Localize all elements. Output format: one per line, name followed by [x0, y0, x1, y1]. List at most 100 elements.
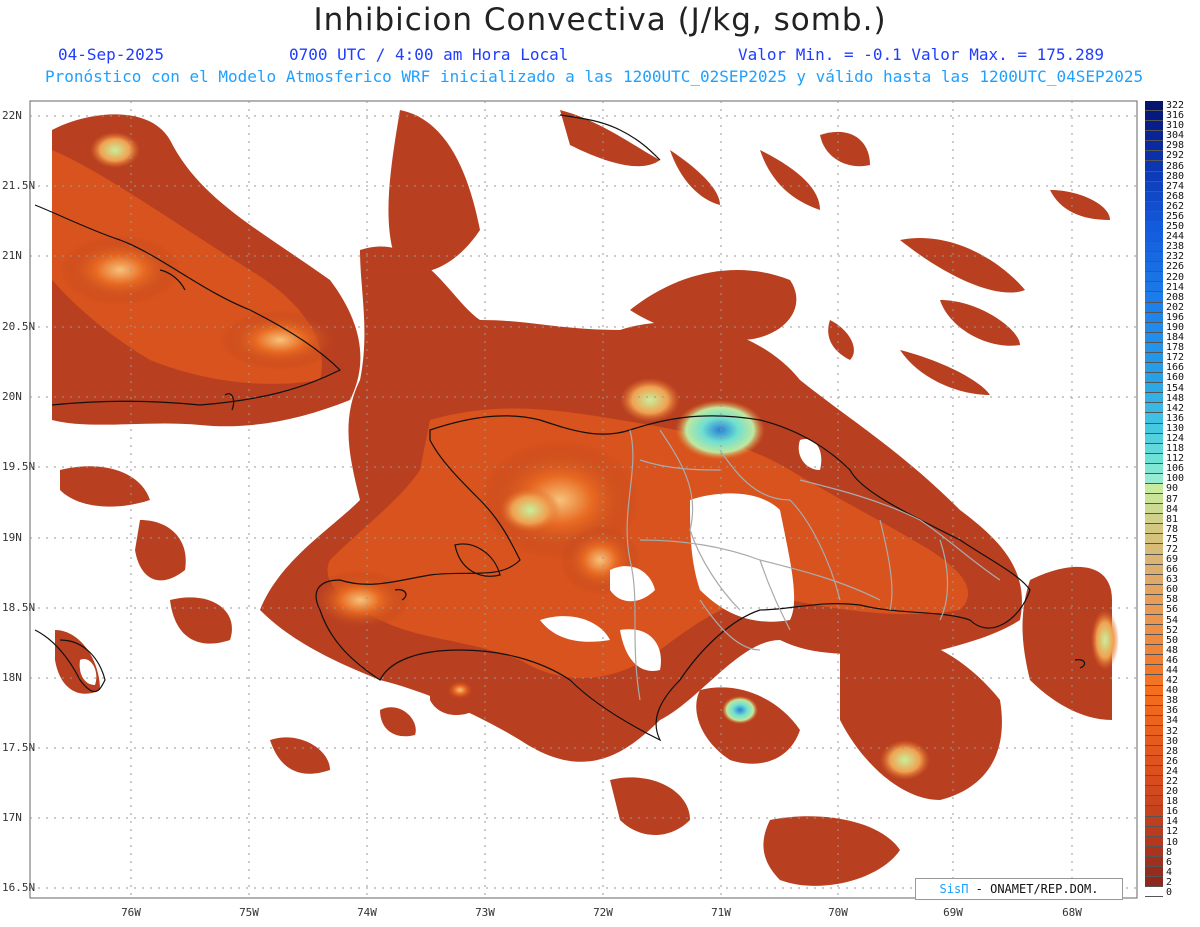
lat-label: 16.5N: [2, 881, 36, 894]
colorbar-segment: [1145, 383, 1163, 394]
colorbar-segment: [1145, 302, 1163, 313]
lon-label: 68W: [1062, 906, 1082, 919]
colorbar-segment: [1145, 514, 1163, 525]
colorbar-segment: [1145, 443, 1163, 454]
colorbar: [1145, 101, 1163, 898]
lon-label: 72W: [593, 906, 613, 919]
colorbar-segment: [1145, 826, 1163, 837]
colorbar-segment: [1145, 252, 1163, 263]
lat-label: 19N: [2, 531, 22, 544]
lat-label: 22N: [2, 109, 22, 122]
colorbar-segment: [1145, 846, 1163, 857]
colorbar-segment: [1145, 494, 1163, 505]
lon-label: 70W: [828, 906, 848, 919]
colorbar-label: 90: [1166, 483, 1179, 495]
colorbar-segment: [1145, 685, 1163, 696]
colorbar-segment: [1145, 262, 1163, 273]
colorbar-segment: [1145, 746, 1163, 757]
colorbar-segment: [1145, 786, 1163, 797]
colorbar-segment: [1145, 725, 1163, 736]
colorbar-segment: [1145, 393, 1163, 404]
colorbar-segment: [1145, 504, 1163, 515]
lon-label: 75W: [239, 906, 259, 919]
colorbar-segment: [1145, 131, 1163, 142]
colorbar-segment: [1145, 423, 1163, 434]
colorbar-segment: [1145, 171, 1163, 182]
lon-label: 69W: [943, 906, 963, 919]
colorbar-segment: [1145, 614, 1163, 626]
colorbar-segment: [1145, 756, 1163, 767]
colorbar-segment: [1145, 635, 1163, 646]
lon-label: 73W: [475, 906, 495, 919]
colorbar-segment: [1145, 101, 1163, 112]
colorbar-segment: [1145, 433, 1163, 444]
colorbar-segment: [1145, 161, 1163, 172]
colorbar-segment: [1145, 373, 1163, 384]
colorbar-label: 226: [1166, 261, 1185, 273]
colorbar-segment: [1145, 695, 1163, 706]
colorbar-label: 34: [1166, 715, 1179, 727]
colorbar-segment: [1145, 645, 1163, 656]
colorbar-segment: [1145, 151, 1163, 162]
lon-label: 71W: [711, 906, 731, 919]
colorbar-segment: [1145, 675, 1163, 686]
colorbar-segment: [1145, 877, 1163, 888]
lon-label: 76W: [121, 906, 141, 919]
colorbar-segment: [1145, 141, 1163, 152]
colorbar-segment: [1145, 887, 1163, 898]
colorbar-segment: [1145, 574, 1163, 585]
lon-label: 74W: [357, 906, 377, 919]
credit-text: - ONAMET/REP.DOM.: [968, 882, 1099, 896]
colorbar-segment: [1145, 242, 1163, 253]
brand-logo: SisΠ: [939, 882, 969, 896]
colorbar-segment: [1145, 121, 1163, 132]
lat-label: 17N: [2, 811, 22, 824]
colorbar-segment: [1145, 554, 1163, 565]
colorbar-segment: [1145, 524, 1163, 535]
lat-label: 21N: [2, 249, 22, 262]
lat-label: 18.5N: [2, 601, 36, 614]
colorbar-segment: [1145, 584, 1163, 595]
colorbar-label: 10: [1166, 836, 1179, 848]
colorbar-segment: [1145, 836, 1163, 847]
colorbar-segment: [1145, 292, 1163, 303]
colorbar-segment: [1145, 806, 1163, 817]
colorbar-segment: [1145, 625, 1163, 636]
colorbar-segment: [1145, 332, 1163, 343]
colorbar-segment: [1145, 796, 1163, 807]
lat-label: 18N: [2, 671, 22, 684]
colorbar-segment: [1145, 655, 1163, 666]
colorbar-segment: [1145, 856, 1163, 867]
colorbar-segment: [1145, 766, 1163, 777]
colorbar-segment: [1145, 453, 1163, 464]
colorbar-segment: [1145, 473, 1163, 484]
colorbar-segment: [1145, 181, 1163, 192]
colorbar-segment: [1145, 463, 1163, 474]
colorbar-segment: [1145, 111, 1163, 122]
colorbar-segment: [1145, 715, 1163, 726]
colorbar-segment: [1145, 776, 1163, 787]
colorbar-segment: [1145, 866, 1163, 878]
colorbar-segment: [1145, 534, 1163, 545]
colorbar-segment: [1145, 816, 1163, 827]
colorbar-segment: [1145, 282, 1163, 293]
lat-label: 21.5N: [2, 179, 36, 192]
lat-label: 20.5N: [2, 320, 36, 333]
colorbar-segment: [1145, 544, 1163, 555]
colorbar-label: 160: [1166, 372, 1185, 384]
colorbar-segment: [1145, 665, 1163, 676]
colorbar-segment: [1145, 272, 1163, 283]
colorbar-label: 87: [1166, 493, 1179, 505]
cin-map: [29, 100, 1138, 899]
colorbar-segment: [1145, 221, 1163, 233]
lat-label: 17.5N: [2, 741, 36, 754]
colorbar-label: 12: [1166, 826, 1179, 838]
colorbar-segment: [1145, 483, 1163, 495]
colorbar-segment: [1145, 322, 1163, 333]
lat-label: 19.5N: [2, 460, 36, 473]
colorbar-segment: [1145, 312, 1163, 323]
colorbar-label: 0: [1166, 886, 1173, 898]
colorbar-segment: [1145, 604, 1163, 615]
lat-label: 20N: [2, 390, 22, 403]
colorbar-segment: [1145, 594, 1163, 605]
